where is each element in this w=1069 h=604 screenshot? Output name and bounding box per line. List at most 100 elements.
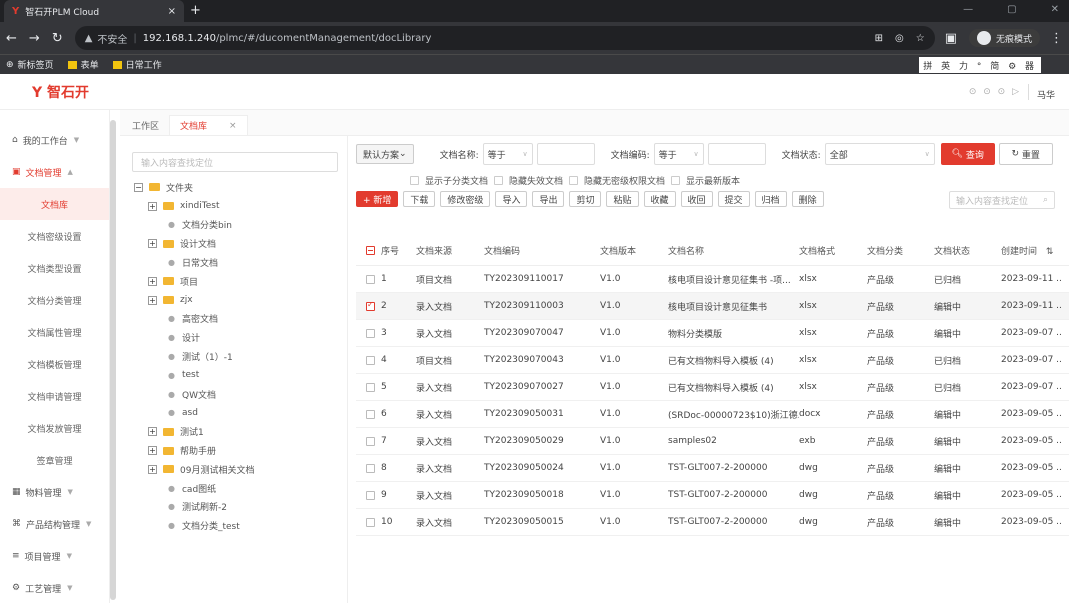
tab-workspace[interactable]: 工作区 [122, 115, 169, 135]
sidebar-item-7[interactable]: 文档发放管理 [0, 412, 109, 444]
table-row[interactable]: 8录入文档TY202309050024V1.0TST-GLT007-2-2000… [356, 455, 1069, 482]
action-button-10[interactable]: 归档 [755, 191, 787, 207]
tree-node[interactable]: +帮助手册 [132, 441, 337, 460]
sort-icon[interactable]: ⇅ [1043, 247, 1053, 257]
tree-node[interactable]: ●cad图纸 [132, 479, 337, 498]
row-checkbox[interactable] [366, 464, 375, 473]
sidebar-item-4[interactable]: 文档属性管理 [0, 316, 109, 348]
tree-node[interactable]: ●设计 [132, 328, 337, 347]
tree-node[interactable]: ●asd [132, 404, 337, 423]
bookmark-form[interactable]: 表单 [68, 58, 99, 71]
name-input[interactable] [537, 143, 595, 165]
row-checkbox[interactable] [366, 383, 375, 392]
row-checkbox[interactable] [366, 329, 375, 338]
tree-node[interactable]: +设计文档 [132, 234, 337, 253]
tree-node[interactable]: ●文档分类_test [132, 516, 337, 535]
hide-invalid-checkbox[interactable]: 隐藏失效文档 [494, 174, 563, 187]
address-bar[interactable]: ▲ 不安全 | 192.168.1.240 /plmc/#/ducomentMa… [75, 26, 935, 50]
sidebar-item-1[interactable]: 文档密级设置 [0, 220, 109, 252]
table-row[interactable]: 3录入文档TY202309070047V1.0物料分类模版xlsx产品级编辑中2… [356, 320, 1069, 347]
sidebar-item-2[interactable]: 文档类型设置 [0, 252, 109, 284]
incognito-badge[interactable]: 无痕模式 [969, 29, 1040, 47]
tree-node[interactable]: ●日常文档 [132, 253, 337, 272]
action-button-1[interactable]: 下载 [403, 191, 435, 207]
tree-node[interactable]: ●test [132, 366, 337, 385]
sidebar-item-6[interactable]: 文档申请管理 [0, 380, 109, 412]
expand-icon[interactable]: + [148, 465, 157, 474]
table-row[interactable]: 10录入文档TY202309050015V1.0TST-GLT007-2-200… [356, 509, 1069, 536]
action-button-0[interactable]: + 新增 [356, 191, 398, 207]
star-icon[interactable]: ☆ [916, 33, 925, 44]
reset-button[interactable]: ↻ 重置 [999, 143, 1053, 165]
column-header[interactable]: 创建时间 ⇅ [1001, 244, 1061, 257]
sidebar-group-bottom-0[interactable]: ▦物料管理▼ [0, 476, 109, 508]
hide-no-permission-checkbox[interactable]: 隐藏无密级权限文档 [569, 174, 665, 187]
header-icons[interactable]: ⊙ ⊙ ⊙ ▷ [969, 87, 1021, 97]
table-search-input[interactable]: 输入内容查找定位⌕ [949, 191, 1055, 209]
sidebar-item-5[interactable]: 文档模板管理 [0, 348, 109, 380]
table-row[interactable]: 1项目文档TY202309110017V1.0核电项目设计意见征集书 -项...… [356, 266, 1069, 293]
action-button-9[interactable]: 提交 [718, 191, 750, 207]
tree-node[interactable]: +09月测试相关文档 [132, 460, 337, 479]
action-button-6[interactable]: 粘贴 [606, 191, 638, 207]
show-latest-checkbox[interactable]: 显示最新版本 [671, 174, 740, 187]
expand-icon[interactable]: + [148, 277, 157, 286]
sidebar-group-1[interactable]: ▣文档管理▲ [0, 156, 109, 188]
sidebar-group-bottom-3[interactable]: ⚙工艺管理▼ [0, 572, 109, 604]
sidebar-item-3[interactable]: 文档分类管理 [0, 284, 109, 316]
tree-node[interactable]: ●测试刷新-2 [132, 498, 337, 517]
sidebar-group-0[interactable]: ⌂我的工作台▼ [0, 124, 109, 156]
expand-icon[interactable]: + [148, 239, 157, 248]
expand-icon[interactable]: + [148, 296, 157, 305]
tree-node[interactable]: +项目 [132, 272, 337, 291]
table-row[interactable]: 6录入文档TY202309050031V1.0(SRDoc-00000723$1… [356, 401, 1069, 428]
code-input[interactable] [708, 143, 766, 165]
bookmark-newtab[interactable]: ⊕新标签页 [6, 58, 54, 71]
name-operator-select[interactable]: 等于∨ [483, 143, 533, 165]
row-checkbox[interactable] [366, 275, 375, 284]
back-icon[interactable]: ← [6, 31, 17, 46]
row-checkbox[interactable] [366, 410, 375, 419]
menu-icon[interactable]: ⋮ [1050, 31, 1063, 46]
row-checkbox[interactable] [366, 356, 375, 365]
sidebar-group-bottom-1[interactable]: ⌘产品结构管理▼ [0, 508, 109, 540]
tree-node[interactable]: ●文档分类bin [132, 216, 337, 235]
expand-icon[interactable]: + [148, 446, 157, 455]
collapse-icon[interactable]: − [134, 183, 143, 192]
translate-icon[interactable]: ⊞ [875, 33, 883, 44]
ime-toolbar[interactable]: 拼 英 力 ° 简 ⚙ 器 [919, 57, 1041, 73]
table-row[interactable]: 7录入文档TY202309050029V1.0samples02exb产品级编辑… [356, 428, 1069, 455]
expand-icon[interactable]: + [148, 202, 157, 211]
eye-off-icon[interactable]: ◎ [895, 33, 904, 44]
table-row[interactable]: 9录入文档TY202309050018V1.0TST-GLT007-2-2000… [356, 482, 1069, 509]
action-button-2[interactable]: 修改密级 [440, 191, 490, 207]
expand-icon[interactable]: + [148, 427, 157, 436]
table-row[interactable]: 5录入文档TY202309070027V1.0已有文档物料导入模板 (4)xls… [356, 374, 1069, 401]
code-operator-select[interactable]: 等于∨ [654, 143, 704, 165]
row-checkbox[interactable] [366, 491, 375, 500]
tree-node[interactable]: ●测试（1）-1 [132, 347, 337, 366]
action-button-3[interactable]: 导入 [495, 191, 527, 207]
tree-node[interactable]: ●QW文档 [132, 385, 337, 404]
tree-search-input[interactable]: 输入内容查找定位 [132, 152, 338, 172]
row-checkbox[interactable] [366, 302, 375, 311]
table-row[interactable]: 2录入文档TY202309110003V1.0核电项目设计意见征集书xlsx产品… [356, 293, 1069, 320]
forward-icon[interactable]: → [29, 31, 40, 46]
new-tab-button[interactable]: + [190, 3, 201, 18]
status-select[interactable]: 全部∨ [825, 143, 935, 165]
tree-node[interactable]: +zjx [132, 291, 337, 310]
action-button-7[interactable]: 收藏 [644, 191, 676, 207]
show-subcategory-checkbox[interactable]: 显示子分类文档 [410, 174, 488, 187]
query-button[interactable]: 🔍︎ 查询 [941, 143, 995, 165]
table-row[interactable]: 4项目文档TY202309070043V1.0已有文档物料导入模板 (4)xls… [356, 347, 1069, 374]
close-window-icon[interactable]: ✕ [1051, 4, 1059, 15]
reload-icon[interactable]: ↻ [52, 31, 63, 46]
sidebar-item-0[interactable]: 文档库 [0, 188, 109, 220]
action-button-5[interactable]: 剪切 [569, 191, 601, 207]
row-checkbox[interactable] [366, 437, 375, 446]
action-button-4[interactable]: 导出 [532, 191, 564, 207]
sidebar-scrollbar[interactable] [110, 120, 116, 600]
browser-tab[interactable]: Y 智石开PLM Cloud × [4, 0, 184, 22]
tree-node[interactable]: +xindiTest [132, 197, 337, 216]
tree-root[interactable]: − 文件夹 [132, 178, 337, 197]
